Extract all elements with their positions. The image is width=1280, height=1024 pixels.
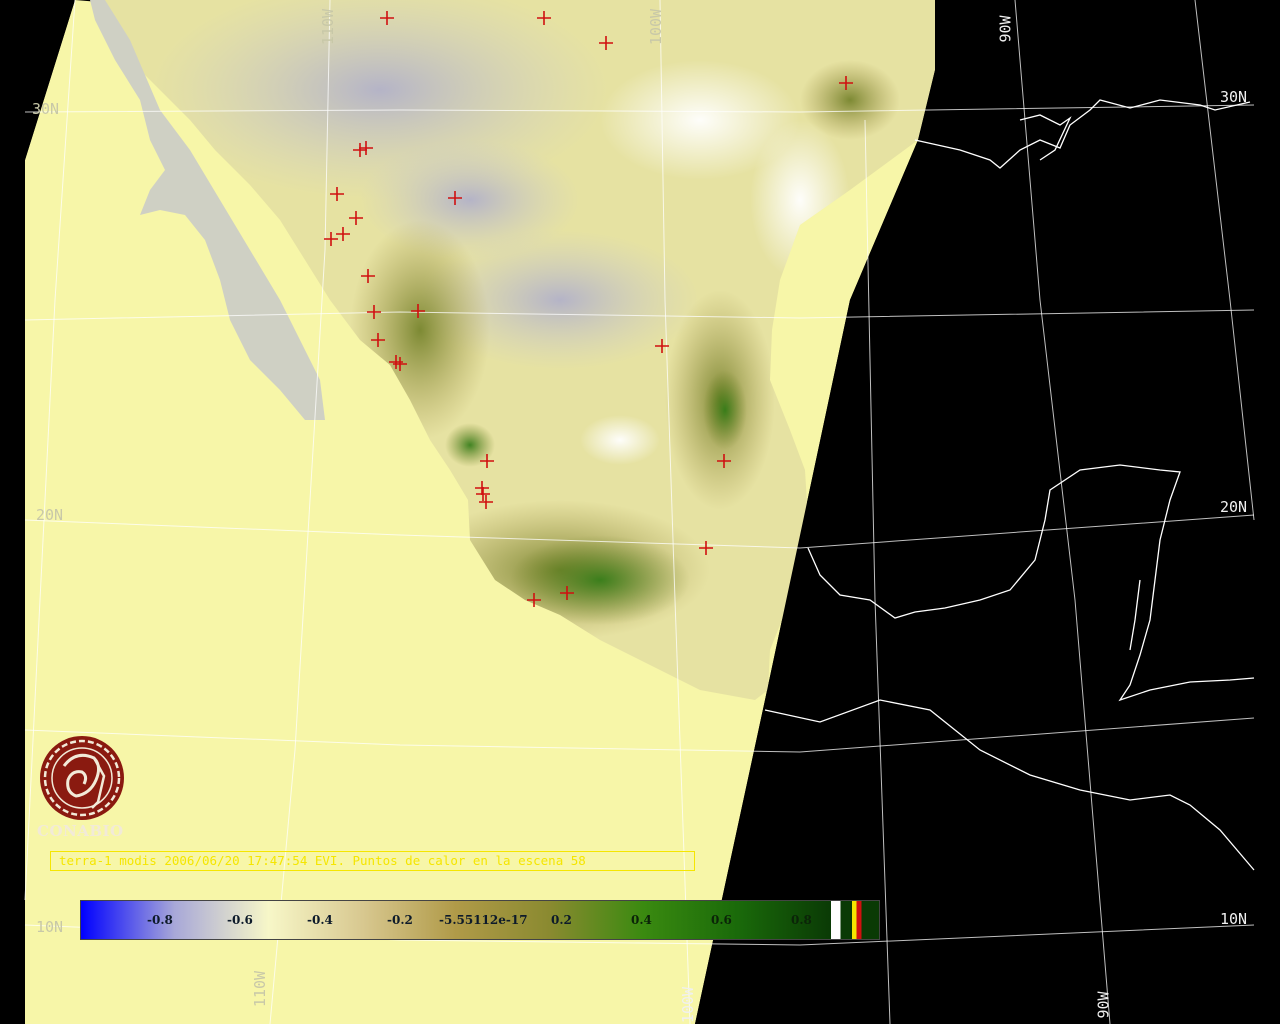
lat-label-30n-left: 30N — [32, 100, 60, 118]
lon-label-110w-top: 110W — [319, 8, 338, 46]
scale-tick-label: -0.4 — [307, 913, 333, 927]
lon-label-90w-bottom: 90W — [1094, 991, 1113, 1019]
lon-label-90w-top: 90W — [996, 15, 1015, 43]
lat-label-30n: 30N — [1220, 88, 1248, 106]
lon-label-100w-bottom: 100W — [679, 986, 698, 1024]
lat-label-10n-left: 10N — [36, 918, 64, 936]
scale-tick-label: -0.8 — [147, 913, 173, 927]
lat-label-20n-left: 20N — [36, 506, 64, 524]
conabio-logo — [40, 736, 124, 820]
lon-label-110w-bottom: 110W — [251, 970, 270, 1008]
scale-tick-label: -5.55112e-17 — [439, 913, 528, 927]
scale-tick-label: -0.2 — [387, 913, 413, 927]
scale-tick-label: 0.6 — [711, 913, 732, 927]
lon-label-100w-top: 100W — [647, 8, 666, 46]
lat-label-20n: 20N — [1220, 498, 1248, 516]
scale-tick-label: 0.8 — [791, 913, 812, 927]
scale-tick-label: -0.6 — [227, 913, 253, 927]
evi-color-scale: -0.8 -0.6 -0.4 -0.2 -5.55112e-17 0.2 0.4 0.6 0.8 — [80, 900, 880, 940]
conabio-wordmark: CONABIO — [37, 822, 124, 840]
scale-tick-label: 0.2 — [551, 913, 572, 927]
scene-caption: terra-1 modis 2006/06/20 17:47:54 EVI. P… — [50, 851, 695, 871]
scale-tick-label: 0.4 — [631, 913, 652, 927]
lat-label-10n: 10N — [1220, 910, 1248, 928]
